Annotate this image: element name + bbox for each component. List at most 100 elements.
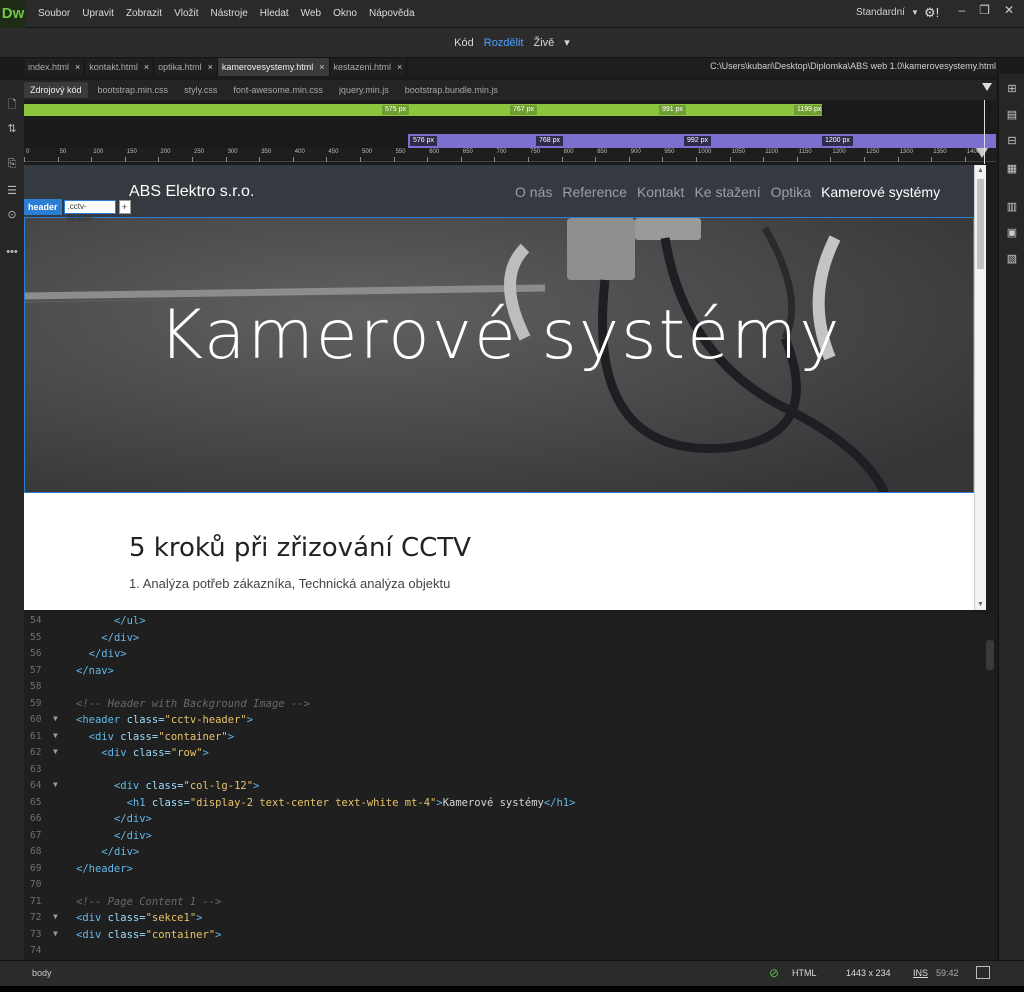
code-line[interactable]: 58 xyxy=(24,681,994,697)
menu-item[interactable]: Nápověda xyxy=(363,8,421,19)
media-query-label[interactable]: 1199 px xyxy=(794,105,825,115)
filter-icon[interactable] xyxy=(982,83,992,91)
selected-tag-name[interactable]: header xyxy=(24,199,62,215)
code-line[interactable]: 66 </div> xyxy=(24,813,994,829)
window-size-select[interactable]: 1443 x 234 xyxy=(846,968,891,978)
menu-item[interactable]: Vložit xyxy=(168,8,204,19)
code-line[interactable]: 72 ▼ <div class="sekce1"> xyxy=(24,912,994,928)
fold-icon[interactable]: ▼ xyxy=(53,929,58,938)
inspect-icon[interactable]: ⎘ xyxy=(5,158,19,172)
code-line[interactable]: 69 </header> xyxy=(24,863,994,879)
media-query-label[interactable]: 575 px xyxy=(382,105,410,115)
media-query-label[interactable]: 576 px xyxy=(410,136,438,146)
view-code-button[interactable]: Kód xyxy=(454,37,474,49)
site-nav-link[interactable]: O nás xyxy=(515,184,552,200)
scroll-down-icon[interactable]: ▼ xyxy=(977,601,984,608)
insert-icon[interactable]: ⊟ xyxy=(1005,134,1019,148)
close-icon[interactable]: × xyxy=(319,62,324,72)
live-view-scrollbar[interactable]: ▲ ▼ xyxy=(974,165,986,610)
site-nav-link[interactable]: Kamerové systémy xyxy=(821,184,940,200)
insert-mode[interactable]: INS xyxy=(913,968,928,978)
menu-item[interactable]: Soubor xyxy=(32,8,76,19)
fold-icon[interactable]: ▼ xyxy=(53,747,58,756)
close-icon[interactable]: ✕ xyxy=(1004,3,1014,17)
related-file[interactable]: Zdrojový kód xyxy=(24,82,88,98)
related-file[interactable]: styly.css xyxy=(178,85,223,95)
code-line[interactable]: 55 </div> xyxy=(24,632,994,648)
hero-header[interactable]: Kamerové systémy xyxy=(24,217,974,493)
fold-icon[interactable]: ▼ xyxy=(53,912,58,921)
site-nav-link[interactable]: Reference xyxy=(562,184,627,200)
code-line[interactable]: 64 ▼ <div class="col-lg-12"> xyxy=(24,780,994,796)
more-icon[interactable]: ••• xyxy=(5,246,19,260)
gear-icon[interactable]: ⚙! xyxy=(924,5,939,21)
sitemap-icon[interactable]: ⊞ xyxy=(1005,82,1019,96)
css-designer-icon[interactable]: ▦ xyxy=(1005,162,1019,176)
minimize-icon[interactable]: – xyxy=(958,3,965,17)
add-class-button[interactable]: + xyxy=(118,200,131,214)
related-file[interactable]: font-awesome.min.css xyxy=(227,85,329,95)
code-line[interactable]: 62 ▼ <div class="row"> xyxy=(24,747,994,763)
close-icon[interactable]: × xyxy=(144,62,149,72)
sort-icon[interactable]: ⇅ xyxy=(5,122,19,136)
media-query-label[interactable]: 768 px xyxy=(536,136,564,146)
target-icon[interactable]: ⊙ xyxy=(5,208,19,222)
document-tab[interactable]: kontakt.html × xyxy=(85,58,155,76)
workspace-switcher[interactable]: Standardní ▼ xyxy=(856,7,919,18)
menu-item[interactable]: Upravit xyxy=(76,8,120,19)
site-nav-link[interactable]: Kontakt xyxy=(637,184,684,200)
view-split-button[interactable]: Rozdělit xyxy=(484,37,524,49)
menu-item[interactable]: Nástroje xyxy=(205,8,254,19)
files-panel-icon[interactable]: ▤ xyxy=(1005,108,1019,122)
media-query-label[interactable]: 991 px xyxy=(659,105,687,115)
menu-item[interactable]: Okno xyxy=(327,8,363,19)
menu-item[interactable]: Zobrazit xyxy=(120,8,168,19)
site-nav-link[interactable]: Ke stažení xyxy=(694,184,760,200)
language-select[interactable]: HTML xyxy=(792,968,817,978)
selected-class-input[interactable]: .cctv-header xyxy=(63,200,116,223)
restore-icon[interactable]: ❐ xyxy=(979,3,990,17)
document-tab[interactable]: index.html × xyxy=(24,58,86,76)
related-file[interactable]: bootstrap.min.css xyxy=(92,85,175,95)
related-file[interactable]: jquery.min.js xyxy=(333,85,395,95)
media-query-label[interactable]: 1200 px xyxy=(822,136,853,146)
scrollbar-thumb[interactable] xyxy=(977,179,984,269)
document-tab[interactable]: kestazeni.html × xyxy=(330,58,408,76)
code-line[interactable]: 59 <!-- Header with Background Image --> xyxy=(24,698,994,714)
close-icon[interactable]: × xyxy=(397,62,402,72)
menu-item[interactable]: Hledat xyxy=(254,8,295,19)
close-icon[interactable]: × xyxy=(208,62,213,72)
code-line[interactable]: 70 xyxy=(24,879,994,895)
scroll-up-icon[interactable]: ▲ xyxy=(977,167,984,174)
code-line[interactable]: 63 xyxy=(24,764,994,780)
code-line[interactable]: 65 <h1 class="display-2 text-center text… xyxy=(24,797,994,813)
tag-selector[interactable]: body xyxy=(32,968,52,978)
dom-icon[interactable]: ▧ xyxy=(1005,252,1019,266)
code-line[interactable]: 67 </div> xyxy=(24,830,994,846)
code-scrollbar[interactable] xyxy=(986,640,994,670)
format-icon[interactable]: ☰ xyxy=(5,184,19,198)
code-line[interactable]: 57 </nav> xyxy=(24,665,994,681)
code-line[interactable]: 54 </ul> xyxy=(24,615,994,631)
code-line[interactable]: 71 <!-- Page Content 1 --> xyxy=(24,896,994,912)
file-icon[interactable]: 🗋 xyxy=(5,96,19,111)
chevron-down-icon[interactable]: ▾ xyxy=(564,36,570,49)
code-line[interactable]: 68 </div> xyxy=(24,846,994,862)
view-live-button[interactable]: Živě xyxy=(534,37,555,49)
code-line[interactable]: 74 xyxy=(24,945,994,961)
code-line[interactable]: 60 ▼ <header class="cctv-header"> xyxy=(24,714,994,730)
document-tab[interactable]: optika.html × xyxy=(154,58,218,76)
assets-icon[interactable]: ▥ xyxy=(1005,200,1019,214)
code-line[interactable]: 56 </div> xyxy=(24,648,994,664)
related-file[interactable]: bootstrap.bundle.min.js xyxy=(399,85,504,95)
document-tab[interactable]: kamerovesystemy.html × xyxy=(217,58,330,76)
fold-icon[interactable]: ▼ xyxy=(53,714,58,723)
code-line[interactable]: 61 ▼ <div class="container"> xyxy=(24,731,994,747)
media-query-label[interactable]: 992 px xyxy=(684,136,712,146)
fold-icon[interactable]: ▼ xyxy=(53,731,58,740)
code-line[interactable]: 73 ▼ <div class="container"> xyxy=(24,929,994,945)
site-nav-link[interactable]: Optika xyxy=(771,184,811,200)
close-icon[interactable]: × xyxy=(75,62,80,72)
site-brand[interactable]: ABS Elektro s.r.o. xyxy=(129,183,254,201)
fold-icon[interactable]: ▼ xyxy=(53,780,58,789)
